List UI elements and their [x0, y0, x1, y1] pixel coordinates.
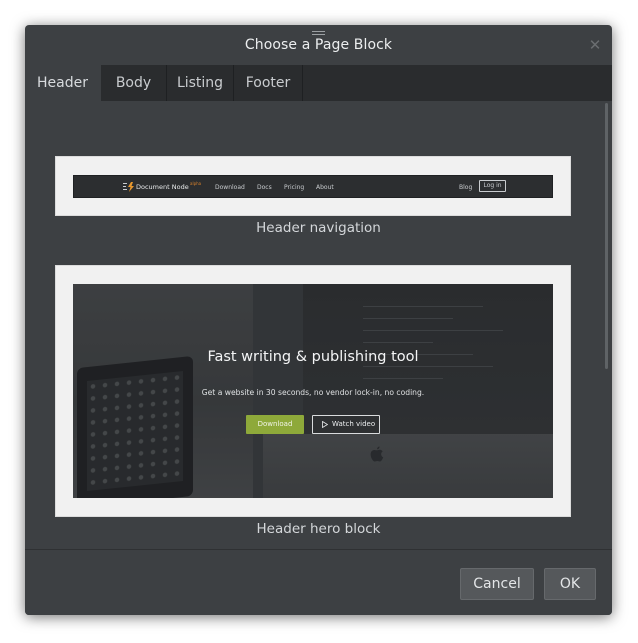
- cancel-button[interactable]: Cancel: [460, 568, 534, 600]
- scrollbar-thumb[interactable]: [605, 103, 608, 369]
- preview-nav-link: Docs: [257, 184, 272, 191]
- close-icon[interactable]: ✕: [588, 38, 602, 53]
- preview-nav-link: Download: [215, 184, 245, 191]
- block-card-header-navigation[interactable]: Document Node alpha Download Docs Pricin…: [55, 156, 571, 216]
- preview-hero-subtitle: Get a website in 30 seconds, no vendor l…: [201, 388, 425, 397]
- preview-nav-link-blog: Blog: [459, 184, 473, 191]
- block-list[interactable]: Document Node alpha Download Docs Pricin…: [25, 101, 612, 549]
- preview-watch-video-button: Watch video: [312, 415, 380, 434]
- tab-header[interactable]: Header: [25, 65, 101, 101]
- preview-hero-title: Fast writing & publishing tool: [207, 349, 419, 365]
- block-caption: Header navigation: [256, 220, 381, 236]
- preview-brand-badge: alpha: [190, 181, 202, 186]
- tab-listing[interactable]: Listing: [167, 65, 234, 101]
- dialog-footer: Cancel OK: [25, 549, 612, 615]
- tab-bar: Header Body Listing Footer: [25, 65, 612, 101]
- header-hero-preview: Fast writing & publishing tool Get a web…: [73, 284, 553, 498]
- header-navigation-preview: Document Node alpha Download Docs Pricin…: [73, 175, 553, 198]
- ok-button[interactable]: OK: [544, 568, 596, 600]
- tab-footer[interactable]: Footer: [234, 65, 303, 101]
- preview-brand-name: Document Node: [136, 183, 189, 191]
- preview-login-button: Log in: [479, 180, 506, 192]
- preview-nav-link: Pricing: [284, 184, 305, 191]
- tab-body[interactable]: Body: [101, 65, 167, 101]
- dialog-title: Choose a Page Block: [244, 37, 393, 53]
- preview-watch-video-label: Watch video: [332, 420, 376, 428]
- preview-nav-link: About: [316, 184, 334, 191]
- bolt-logo-icon: [123, 182, 134, 192]
- block-card-header-hero[interactable]: Fast writing & publishing tool Get a web…: [55, 265, 571, 517]
- block-caption: Header hero block: [256, 521, 381, 537]
- preview-download-button: Download: [246, 415, 304, 434]
- page-block-dialog: Choose a Page Block ✕ Header Body Listin…: [25, 25, 612, 615]
- play-icon: [322, 421, 328, 428]
